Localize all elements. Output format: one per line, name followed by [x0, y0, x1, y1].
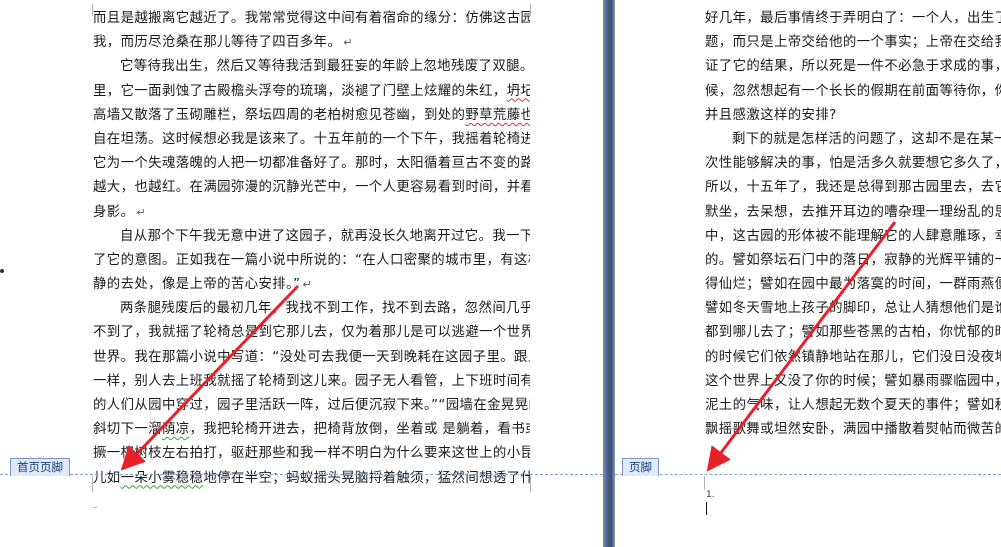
annotation-arrow-right: [706, 221, 897, 472]
annotation-arrow-left: [120, 284, 300, 471]
annotation-arrows: [120, 221, 897, 472]
